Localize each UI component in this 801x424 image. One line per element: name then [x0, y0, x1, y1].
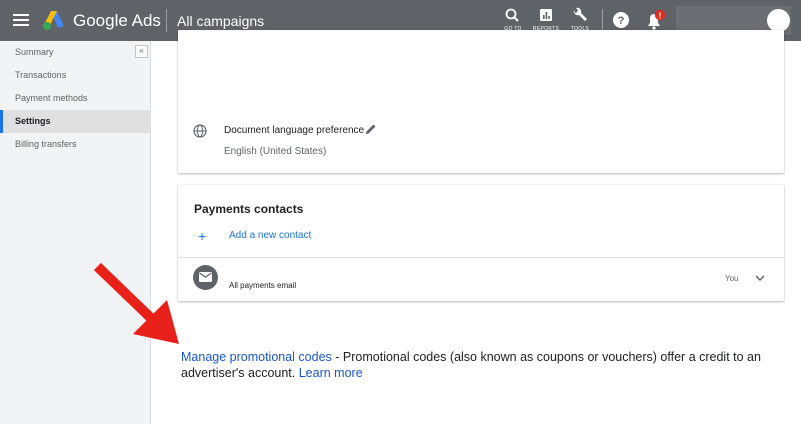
brand-name: Google Ads [73, 11, 161, 30]
plus-icon[interactable]: + [198, 229, 206, 243]
wrench-icon [573, 7, 587, 21]
add-contact-link[interactable]: Add a new contact [229, 230, 311, 241]
sidebar-item-payment-methods[interactable]: Payment methods [0, 87, 150, 110]
divider [178, 257, 784, 258]
divider [602, 9, 603, 32]
google-ads-logo [43, 11, 64, 30]
sidebar-item-settings[interactable]: Settings [0, 110, 150, 133]
reports-icon [540, 9, 552, 21]
avatar[interactable] [767, 9, 790, 32]
notification-badge: ! [659, 12, 662, 21]
learn-more-link[interactable]: Learn more [299, 366, 363, 380]
document-language-value: English (United States) [224, 146, 327, 157]
svg-text:?: ? [618, 15, 625, 27]
globe-icon [193, 124, 207, 138]
sidebar-item-summary[interactable]: Summary [0, 41, 150, 64]
edit-pencil-icon[interactable] [365, 123, 377, 135]
breadcrumb[interactable]: All campaigns [177, 13, 264, 29]
search-icon [505, 8, 519, 22]
payments-contacts-card: Payments contacts + Add a new contact Al… [178, 185, 784, 301]
payments-contacts-title: Payments contacts [194, 202, 304, 216]
menu-icon[interactable] [13, 14, 29, 26]
chevron-down-icon[interactable] [755, 274, 765, 282]
promo-codes-paragraph: Manage promotional codes - Promotional c… [181, 349, 791, 381]
settings-card: Document language preference English (Un… [178, 30, 784, 173]
contact-label: All payments email [229, 281, 297, 290]
divider [166, 9, 167, 32]
collapse-sidebar-button[interactable]: « [135, 45, 148, 58]
email-avatar [193, 265, 218, 290]
manage-promo-codes-link[interactable]: Manage promotional codes [181, 350, 332, 364]
notifications-bell-icon[interactable]: ! [645, 9, 667, 31]
mail-icon [199, 272, 212, 282]
sidebar-item-billing-transfers[interactable]: Billing transfers [0, 133, 150, 156]
contact-owner: You [725, 274, 739, 283]
sidebar: Summary Transactions Payment methods Set… [0, 41, 151, 424]
red-arrow-icon [93, 262, 179, 344]
sidebar-item-transactions[interactable]: Transactions [0, 64, 150, 87]
document-language-label: Document language preference [224, 125, 365, 136]
help-icon[interactable]: ? [612, 11, 630, 29]
